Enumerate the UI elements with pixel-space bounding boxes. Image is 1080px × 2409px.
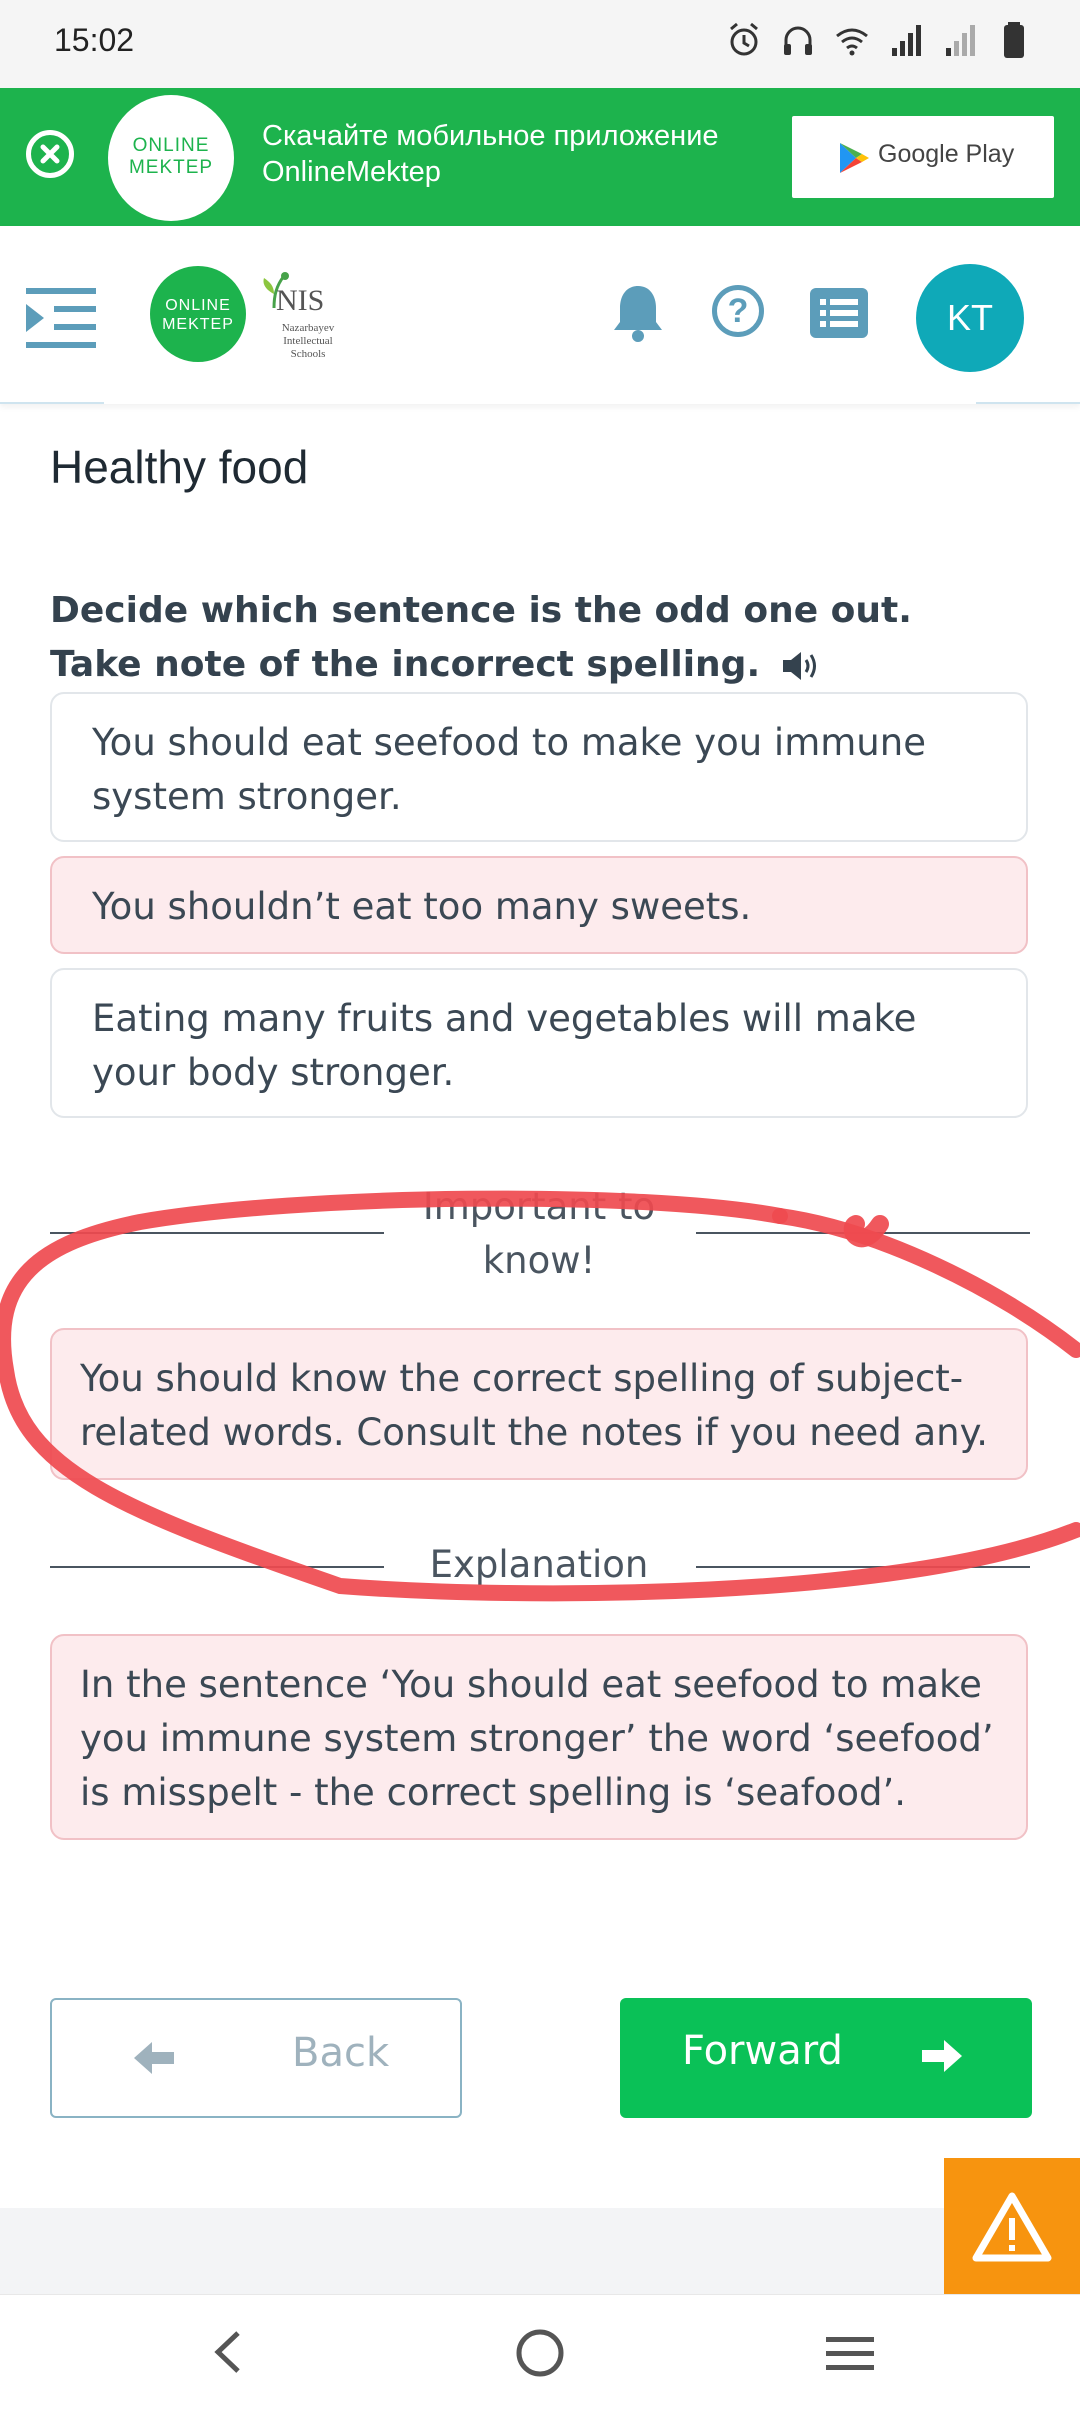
list-lines-icon [820,299,858,327]
header-logo-line-2: MEKTEP [162,316,234,333]
page-footer [0,2208,1080,2294]
back-button-label: Back [292,2030,390,2076]
important-note: You should know the correct spelling of … [50,1328,1028,1480]
system-back-icon[interactable] [208,2329,248,2375]
google-play-button[interactable]: Google Play [792,116,1054,198]
answer-option-2-selected[interactable]: You shouldn’t eat too many sweets. [50,856,1028,954]
audio-speaker-icon[interactable] [781,649,819,683]
back-button[interactable]: Back [50,1998,462,2118]
google-play-icon [840,143,869,173]
nis-name: NIS [276,284,325,317]
task-list-icon[interactable] [810,288,868,338]
forward-button-label: Forward [682,2028,843,2074]
close-icon [40,144,60,164]
report-problem-button[interactable] [944,2158,1080,2294]
important-divider-left [50,1232,384,1234]
banner-text: Скачайте мобильное приложение OnlineMekt… [262,118,719,190]
online-mektep-logo: ONLINE MEKTEP [108,95,234,221]
important-heading: Important to know! [422,1185,656,1282]
headphones-icon [784,26,812,55]
system-home-icon[interactable] [514,2327,566,2379]
banner-text-line-1: Скачайте мобильное приложение [262,120,719,152]
system-recents-icon[interactable] [824,2331,876,2375]
logo-line-1: ONLINE [132,135,210,156]
signal-icon [892,25,921,56]
answer-option-3[interactable]: Eating many fruits and vegetables will m… [50,968,1028,1118]
nis-sub-2: Intellectual [283,335,333,347]
explanation-note: In the sentence ‘You should eat seefood … [50,1634,1028,1840]
header-online-mektep-logo[interactable]: ONLINE MEKTEP [150,266,246,362]
nis-sub-3: Schools [290,348,326,360]
close-banner-button[interactable] [26,130,74,178]
arrow-left-icon [134,2042,174,2074]
system-navigation-bar [0,2294,1080,2409]
answer-option-1[interactable]: You should eat seefood to make you immun… [50,692,1028,842]
notifications-bell-icon[interactable] [610,282,666,342]
warning-icon [972,2192,1052,2262]
logo-line-2: MEKTEP [128,157,214,178]
nis-logo: NIS Nazarbayev Intellectual Schools [254,270,346,364]
google-play-label: Google Play [878,140,1015,168]
help-icon[interactable]: ? [712,285,764,337]
important-divider-right [696,1232,1030,1234]
user-avatar[interactable]: KT [916,264,1024,372]
signal-weak-icon [946,25,975,56]
header-divider-right [976,402,1080,404]
battery-icon [1004,22,1024,58]
wifi-icon [836,28,868,56]
arrow-right-icon [922,2040,962,2072]
nis-sub-1: Nazarbayev [281,322,335,334]
status-icons [726,20,1032,60]
explanation-divider-left [50,1566,384,1568]
status-time: 15:02 [54,22,135,58]
header-logo-line-1: ONLINE [165,297,231,314]
forward-button[interactable]: Forward [620,1998,1032,2118]
alarm-icon [730,22,758,56]
explanation-divider-right [696,1566,1030,1568]
menu-toggle-icon[interactable] [26,286,96,350]
explanation-heading: Explanation [429,1543,649,1586]
task-instruction: Decide which sentence is the odd one out… [50,584,1010,692]
page-title: Healthy food [50,441,309,493]
header-divider-left [0,402,104,404]
banner-text-line-2: OnlineMektep [262,156,441,188]
